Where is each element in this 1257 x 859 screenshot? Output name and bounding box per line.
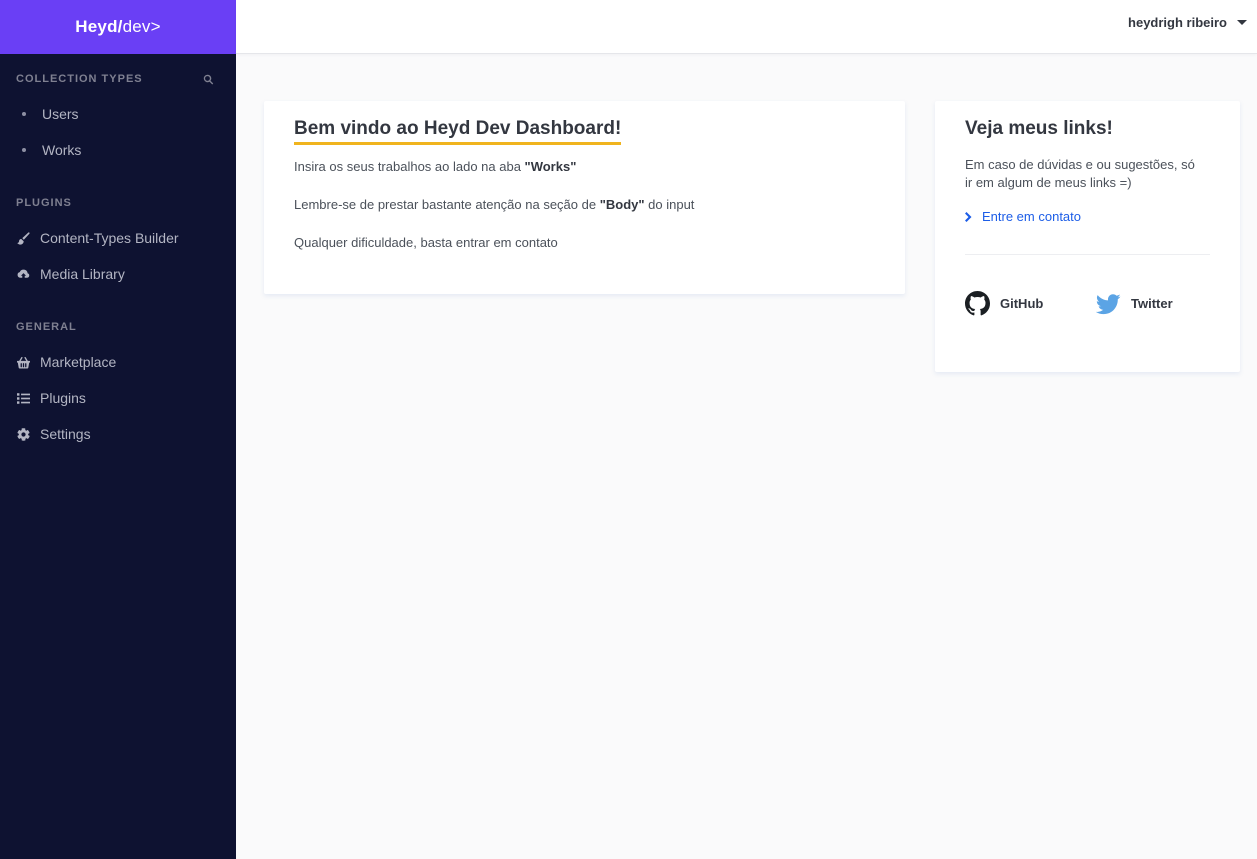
github-label: GitHub [1000, 296, 1044, 311]
welcome-line-works: Insira os seus trabalhos ao lado na aba … [294, 159, 875, 175]
divider [965, 254, 1210, 255]
sidebar: Heyd/dev> COLLECTION TYPES Users Works P… [0, 0, 236, 859]
brand-logo-light: dev> [122, 17, 161, 36]
twitter-label: Twitter [1131, 296, 1173, 311]
welcome-line-body: Lembre-se de prestar bastante atenção na… [294, 197, 875, 213]
chevron-right-icon [965, 211, 975, 222]
list-icon [16, 391, 30, 405]
sidebar-item-works[interactable]: Works [0, 132, 236, 168]
sidebar-item-media-library[interactable]: Media Library [0, 256, 236, 292]
collection-types-header: COLLECTION TYPES [0, 71, 236, 87]
contact-link[interactable]: Entre em contato [965, 209, 1210, 224]
links-title: Veja meus links! [965, 118, 1113, 139]
app: Heyd/dev> COLLECTION TYPES Users Works P… [0, 0, 1257, 859]
sidebar-item-label: Users [42, 106, 79, 122]
links-description: Em caso de dúvidas e ou sugestões, só ir… [965, 157, 1195, 190]
sidebar-item-plugins[interactable]: Plugins [0, 380, 236, 416]
sidebar-item-marketplace[interactable]: Marketplace [0, 344, 236, 380]
contact-link-label: Entre em contato [982, 209, 1081, 224]
body-emphasis: "Body" [599, 197, 645, 212]
general-title: GENERAL [16, 321, 77, 333]
twitter-link[interactable]: Twitter [1096, 291, 1173, 316]
plugins-header: PLUGINS [0, 195, 236, 211]
cloud-upload-icon [16, 267, 30, 281]
sidebar-item-content-types-builder[interactable]: Content-Types Builder [0, 220, 236, 256]
github-icon [965, 291, 990, 316]
top-header: heydrigh ribeiro [236, 0, 1257, 54]
user-name: heydrigh ribeiro [1128, 15, 1227, 30]
welcome-line-works-text: Insira os seus trabalhos ao lado na aba [294, 159, 525, 174]
sidebar-item-label: Settings [40, 426, 91, 442]
collection-types-title: COLLECTION TYPES [16, 73, 143, 85]
plugins-list: Content-Types Builder Media Library [0, 220, 236, 292]
sidebar-item-label: Media Library [40, 266, 125, 282]
user-menu[interactable]: heydrigh ribeiro [1128, 15, 1247, 30]
links-card: Veja meus links! Em caso de dúvidas e ou… [935, 101, 1240, 372]
basket-icon [16, 355, 30, 369]
sidebar-item-settings[interactable]: Settings [0, 416, 236, 452]
welcome-line-body-suffix: do input [644, 197, 695, 212]
collection-types-list: Users Works [0, 96, 236, 168]
general-list: Marketplace Plugins Settings [0, 344, 236, 452]
twitter-icon [1096, 294, 1121, 315]
general-header: GENERAL [0, 319, 236, 335]
gear-icon [16, 427, 30, 441]
welcome-line-contact: Qualquer dificuldade, basta entrar em co… [294, 235, 558, 250]
paintbrush-icon [16, 231, 30, 245]
social-links: GitHub Twitter [965, 291, 1210, 316]
welcome-line-body-text: Lembre-se de prestar bastante atenção na… [294, 197, 600, 212]
github-link[interactable]: GitHub [965, 291, 1096, 316]
works-emphasis: "Works" [524, 159, 577, 174]
sidebar-item-users[interactable]: Users [0, 96, 236, 132]
sidebar-item-label: Content-Types Builder [40, 230, 179, 246]
brand-logo[interactable]: Heyd/dev> [0, 0, 236, 54]
plugins-title: PLUGINS [16, 197, 72, 209]
brand-logo-bold: Heyd/ [75, 17, 123, 36]
sidebar-item-label: Works [42, 142, 82, 158]
sidebar-item-label: Plugins [40, 390, 86, 406]
caret-down-icon [1237, 20, 1247, 25]
welcome-title: Bem vindo ao Heyd Dev Dashboard! [294, 118, 622, 145]
bullet-icon [22, 112, 26, 116]
search-icon[interactable] [203, 74, 214, 85]
sidebar-item-label: Marketplace [40, 354, 117, 370]
welcome-card: Bem vindo ao Heyd Dev Dashboard! Insira … [264, 101, 905, 294]
bullet-icon [22, 148, 26, 152]
